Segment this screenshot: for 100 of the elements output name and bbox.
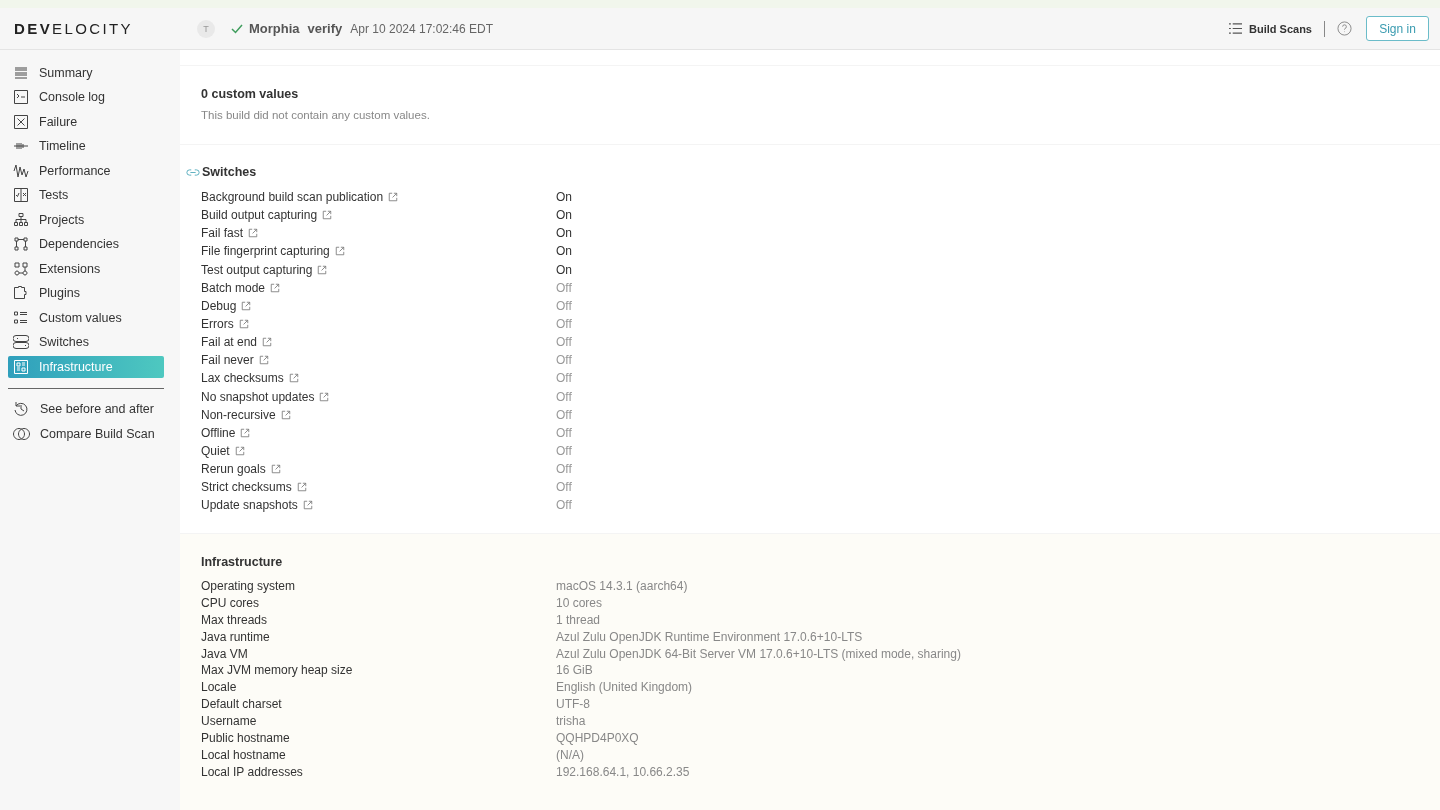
sidebar-item[interactable]: Failure — [8, 111, 164, 133]
link-icon[interactable] — [186, 167, 200, 177]
switch-value: Off — [556, 425, 572, 440]
sidebar-item[interactable]: Projects — [8, 209, 164, 231]
property-value: 10 cores — [556, 595, 603, 610]
switch-value: Off — [556, 280, 572, 295]
property-label: Locale — [201, 680, 238, 695]
switch-value: Off — [556, 462, 572, 477]
switch-label: No snapshot updates — [201, 389, 315, 404]
sidebar-item[interactable]: Plugins — [8, 282, 164, 304]
logo[interactable]: DEVELOCITY — [14, 20, 197, 37]
hierarchy-icon — [13, 211, 29, 228]
external-link-icon[interactable] — [296, 482, 307, 493]
switch-value: Off — [556, 444, 572, 459]
property-label: Operating system — [201, 578, 297, 593]
property-label: Max threads — [201, 612, 269, 627]
external-link-icon[interactable] — [270, 464, 281, 475]
external-link-icon[interactable] — [334, 246, 345, 257]
checkmark-icon — [231, 23, 243, 34]
grid-icon — [13, 358, 29, 375]
property-value: English (United Kingdom) — [556, 680, 693, 695]
history-icon — [13, 401, 30, 418]
switch-value: On — [556, 226, 572, 241]
build-scans-link[interactable]: Build Scans — [1228, 22, 1312, 35]
x-box-icon — [13, 113, 29, 130]
property-label: Java VM — [201, 646, 249, 661]
external-link-icon[interactable] — [241, 300, 252, 311]
switch-value: Off — [556, 371, 572, 386]
sidebar-item[interactable]: Timeline — [8, 135, 164, 157]
property-value: UTF-8 — [556, 697, 590, 712]
sidebar-item[interactable]: Performance — [8, 160, 164, 182]
sidebar-item[interactable]: Custom values — [8, 307, 164, 329]
external-link-icon[interactable] — [248, 228, 258, 239]
switch-label: Rerun goals — [201, 462, 266, 477]
external-link-icon[interactable] — [240, 427, 251, 438]
puzzle-icon — [13, 285, 29, 302]
section-title: 0 custom values — [201, 87, 300, 101]
switch-label: Fail never — [201, 353, 254, 368]
property-value: Azul Zulu OpenJDK 64-Bit Server VM 17.0.6+10-LTS (mixed mode, sharing) — [556, 646, 961, 661]
task-name: verify — [307, 21, 343, 36]
help-icon[interactable] — [1337, 21, 1352, 36]
waveform-icon — [13, 162, 29, 179]
switch-value: Off — [556, 353, 572, 368]
sidebar-item[interactable]: Dependencies — [8, 233, 164, 255]
toggle-icon — [13, 334, 29, 351]
graph-icon — [13, 236, 29, 253]
switch-value: Off — [556, 335, 572, 350]
property-value: 192.168.64.1, 10.66.2.35 — [556, 764, 690, 779]
switch-value: Off — [556, 480, 572, 495]
external-link-icon[interactable] — [280, 409, 291, 420]
property-label: Username — [201, 714, 258, 729]
switch-value: On — [556, 190, 572, 205]
sidebar-item[interactable]: Tests — [8, 184, 164, 206]
switch-label: Batch mode — [201, 280, 266, 295]
terminal-icon — [13, 89, 29, 106]
property-value: macOS 14.3.1 (aarch64) — [556, 578, 688, 593]
external-link-icon[interactable] — [302, 500, 313, 511]
switch-label: Debug — [201, 298, 237, 313]
property-label: Max JVM memory heap size — [201, 663, 354, 678]
property-value: QQHPD4P0XQ — [556, 731, 639, 745]
external-link-icon[interactable] — [288, 373, 299, 384]
list-icon — [13, 64, 29, 81]
sidebar-item[interactable]: Extensions — [8, 258, 164, 280]
section-title: Infrastructure — [201, 554, 284, 569]
external-link-icon[interactable] — [388, 192, 399, 203]
switch-label: Errors — [201, 317, 234, 332]
section-title: Switches — [202, 165, 257, 179]
switch-value: On — [556, 244, 572, 259]
switch-value: Off — [556, 498, 572, 513]
property-label: Public hostname — [201, 731, 291, 745]
external-link-icon[interactable] — [319, 391, 330, 402]
switch-value: On — [556, 262, 572, 277]
switch-label: Lax checksums — [201, 371, 284, 386]
switch-label: Non-recursive — [201, 407, 276, 422]
switch-value: On — [556, 208, 572, 223]
switch-value: Off — [556, 389, 572, 404]
sidebar-item[interactable]: Switches — [8, 331, 164, 353]
checkbox-icon — [13, 187, 29, 204]
sidebar-item[interactable]: Console log — [8, 86, 164, 108]
switch-label: Build output capturing — [201, 208, 318, 223]
external-link-icon[interactable] — [258, 355, 269, 366]
property-label: Java runtime — [201, 629, 271, 644]
external-link-icon[interactable] — [322, 210, 333, 221]
sidebar-item[interactable]: Summary — [8, 62, 164, 84]
nodes-icon — [13, 260, 29, 277]
sidebar-item[interactable]: Compare Build Scan — [8, 423, 164, 445]
external-link-icon[interactable] — [234, 446, 245, 457]
property-value: 1 thread — [556, 612, 601, 627]
external-link-icon[interactable] — [270, 282, 281, 293]
external-link-icon[interactable] — [317, 264, 328, 275]
external-link-icon[interactable] — [262, 337, 273, 348]
property-label: Default charset — [201, 697, 283, 712]
sidebar-item[interactable]: See before and after — [8, 398, 164, 420]
property-label: CPU cores — [201, 595, 260, 610]
switch-label: Update snapshots — [201, 498, 298, 513]
switch-label: Fail fast — [201, 226, 243, 241]
switch-label: Strict checksums — [201, 480, 292, 495]
property-value: 16 GiB — [556, 663, 593, 678]
external-link-icon[interactable] — [238, 319, 249, 330]
build-date: Apr 10 2024 17:02:46 EDT — [350, 21, 494, 36]
